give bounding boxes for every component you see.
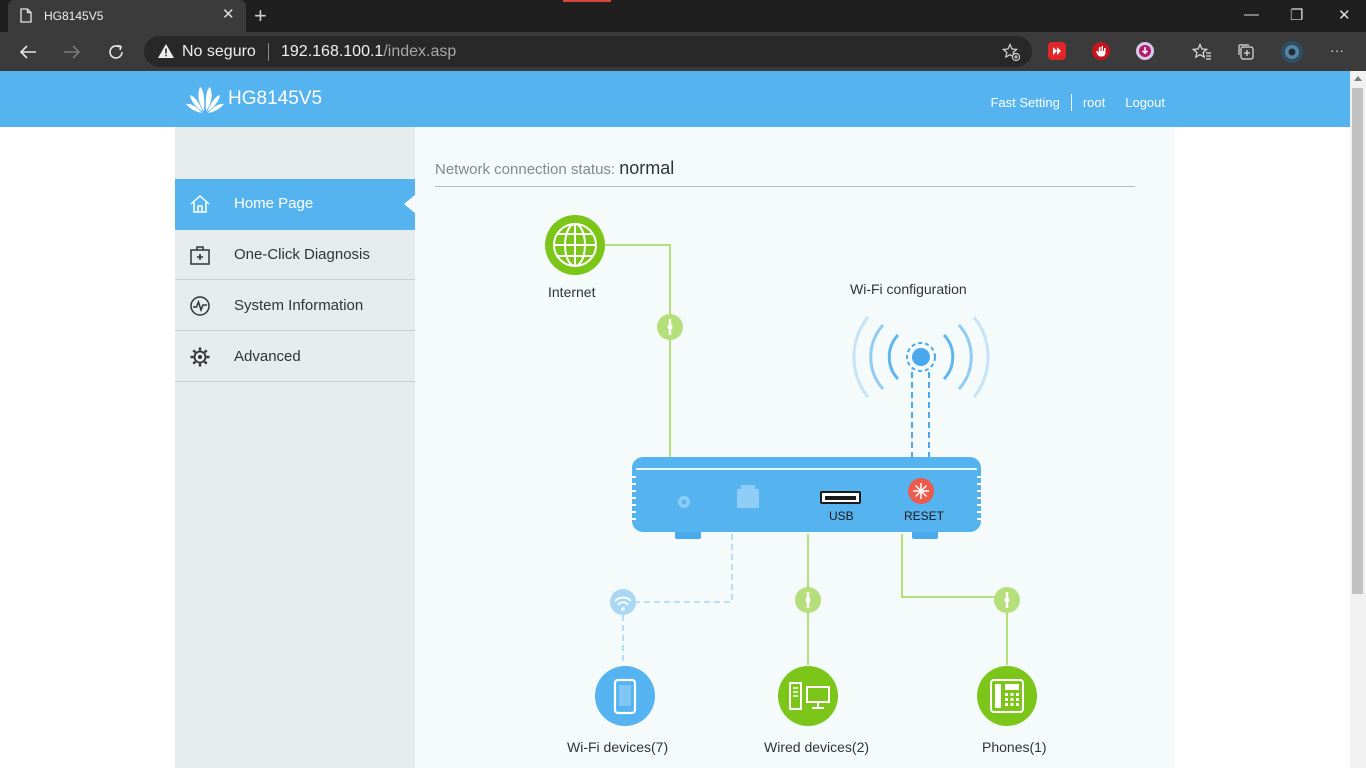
sidebar: Home Page One-Click Diagnosis System Inf… bbox=[175, 127, 416, 768]
favorites-button[interactable] bbox=[1190, 40, 1214, 64]
extension-video-icon[interactable] bbox=[1048, 42, 1066, 60]
forward-arrow-icon bbox=[64, 45, 81, 59]
phone-device-icon[interactable] bbox=[595, 666, 655, 726]
minimize-button[interactable]: — bbox=[1244, 6, 1259, 23]
wired-devices-label[interactable]: Wired devices(2) bbox=[764, 739, 869, 755]
collections-icon bbox=[1238, 44, 1254, 60]
sidebar-item-label: System Information bbox=[234, 297, 364, 314]
sidebar-item-diagnosis[interactable]: One-Click Diagnosis bbox=[175, 230, 415, 280]
wifi-link-line bbox=[622, 534, 733, 665]
browser-tab-bar: HG8145V5 ✕ + — ❐ ✕ bbox=[0, 0, 1366, 32]
collections-button[interactable] bbox=[1234, 40, 1258, 64]
address-bar[interactable]: No seguro 192.168.100.1/index.asp bbox=[144, 36, 1032, 67]
profile-button[interactable] bbox=[1279, 40, 1305, 64]
tab-close-icon[interactable]: ✕ bbox=[222, 7, 235, 23]
sidebar-item-label: One-Click Diagnosis bbox=[234, 246, 370, 263]
link-divider bbox=[1070, 94, 1072, 111]
security-status[interactable]: No seguro bbox=[182, 43, 256, 61]
browser-toolbar: No seguro 192.168.100.1/index.asp ··· bbox=[0, 32, 1366, 71]
avatar bbox=[1281, 41, 1303, 63]
refresh-button[interactable] bbox=[104, 40, 128, 64]
home-icon bbox=[190, 194, 210, 213]
header-links: Fast Setting root Logout bbox=[990, 94, 1165, 111]
wifi-devices-label[interactable]: Wi-Fi devices(7) bbox=[567, 739, 668, 755]
internet-label[interactable]: Internet bbox=[548, 284, 595, 300]
phone-link-line bbox=[901, 534, 1008, 665]
ethernet-plug-icon bbox=[657, 314, 683, 340]
wifi-signal-icon bbox=[610, 589, 636, 615]
restore-button[interactable]: ❐ bbox=[1290, 6, 1303, 24]
internet-link-line bbox=[605, 244, 671, 457]
user-link[interactable]: root bbox=[1083, 95, 1105, 110]
window-close-button[interactable]: ✕ bbox=[1338, 6, 1351, 24]
logout-link[interactable]: Logout bbox=[1125, 95, 1165, 110]
more-menu-button[interactable]: ··· bbox=[1330, 42, 1344, 58]
warning-icon bbox=[158, 44, 174, 58]
add-favorite-icon[interactable] bbox=[1002, 43, 1020, 61]
router-header: HG8145V5 Fast Setting root Logout bbox=[0, 71, 1350, 127]
sidebar-item-home[interactable]: Home Page bbox=[175, 179, 416, 230]
page-scrollbar[interactable] bbox=[1350, 71, 1366, 768]
sidebar-item-advanced[interactable]: Advanced bbox=[175, 332, 415, 382]
url-text[interactable]: 192.168.100.1/index.asp bbox=[281, 43, 456, 61]
browser-tab[interactable]: HG8145V5 ✕ bbox=[8, 0, 246, 32]
huawei-logo bbox=[186, 87, 224, 113]
telephone-icon[interactable] bbox=[977, 666, 1037, 726]
url-host: 192.168.100.1 bbox=[281, 43, 384, 60]
ethernet-plug-icon bbox=[795, 587, 821, 613]
globe-icon[interactable] bbox=[545, 215, 605, 275]
scroll-thumb[interactable] bbox=[1352, 88, 1363, 594]
address-divider bbox=[268, 43, 269, 61]
device-model: HG8145V5 bbox=[228, 88, 323, 109]
antenna-lines bbox=[911, 372, 930, 457]
back-arrow-icon bbox=[19, 45, 36, 59]
computer-icon[interactable] bbox=[778, 666, 838, 726]
sidebar-item-system-info[interactable]: System Information bbox=[175, 281, 415, 331]
sidebar-item-label: Home Page bbox=[234, 195, 314, 212]
extension-download-icon[interactable] bbox=[1136, 42, 1154, 60]
usb-label: USB bbox=[829, 509, 854, 523]
scroll-up-arrow[interactable] bbox=[1354, 76, 1362, 81]
gear-icon bbox=[190, 347, 210, 367]
network-diagram bbox=[545, 215, 1037, 726]
phone-plug-icon bbox=[994, 587, 1020, 613]
page-icon bbox=[20, 8, 32, 23]
phones-label[interactable]: Phones(1) bbox=[982, 739, 1047, 755]
pulse-icon bbox=[190, 296, 210, 316]
medical-kit-icon bbox=[190, 246, 210, 265]
favorites-icon bbox=[1192, 43, 1211, 60]
url-path: /index.asp bbox=[383, 43, 457, 60]
fast-setting-link[interactable]: Fast Setting bbox=[990, 95, 1059, 110]
window-accent-mark bbox=[563, 0, 611, 2]
extension-adblock-icon[interactable] bbox=[1092, 42, 1110, 60]
reset-label: RESET bbox=[904, 509, 945, 523]
reset-button-icon[interactable] bbox=[908, 478, 934, 504]
wifi-antenna-icon[interactable] bbox=[852, 316, 990, 398]
usb-port-icon bbox=[820, 491, 861, 504]
new-tab-button[interactable]: + bbox=[254, 5, 267, 27]
back-button[interactable] bbox=[16, 40, 40, 64]
refresh-icon bbox=[109, 44, 123, 59]
tab-title: HG8145V5 bbox=[44, 9, 104, 23]
wifi-config-label[interactable]: Wi-Fi configuration bbox=[850, 281, 967, 297]
sidebar-item-label: Advanced bbox=[234, 348, 301, 365]
main-content: Network connection status: normal Intern… bbox=[415, 127, 1175, 768]
forward-button[interactable] bbox=[60, 40, 84, 64]
